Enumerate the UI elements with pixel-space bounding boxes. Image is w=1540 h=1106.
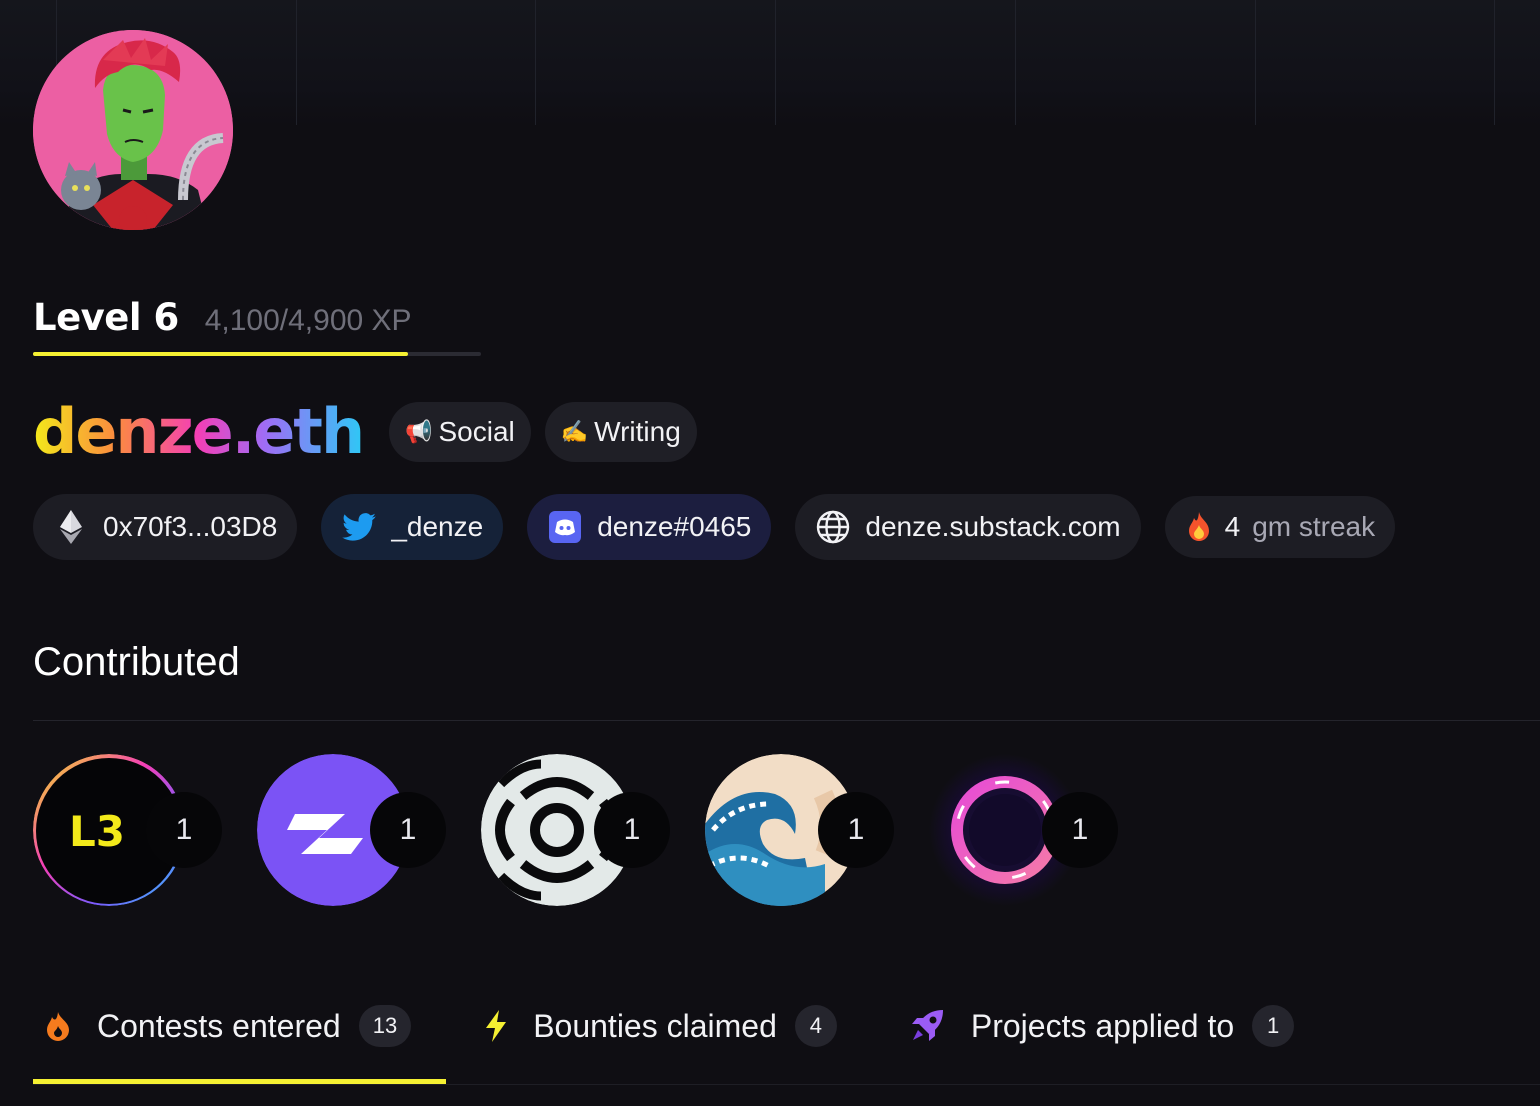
discord-handle: denze#0465 (597, 511, 752, 542)
contributed-list: L3 1 1 1 1 1 (33, 754, 1153, 908)
tab-label: Bounties claimed (533, 1007, 777, 1044)
discord-chip[interactable]: denze#0465 (527, 494, 772, 560)
contribution-count: 1 (370, 792, 446, 868)
tag-social[interactable]: 📢 Social (389, 402, 531, 462)
contribution-count: 1 (594, 792, 670, 868)
xp-progress-bar (33, 352, 481, 356)
tab-projects-applied[interactable]: Projects applied to 1 (909, 996, 1295, 1056)
tab-count-badge: 13 (358, 1005, 412, 1047)
website-chip[interactable]: denze.substack.com (795, 494, 1141, 560)
writing-hand-icon: ✍️ (560, 419, 589, 444)
tab-label: Projects applied to (970, 1007, 1235, 1044)
megaphone-icon: 📢 (405, 419, 433, 444)
contributed-item[interactable]: L3 1 (33, 754, 257, 908)
streak-label: gm streak (1252, 511, 1376, 542)
tab-count-badge: 1 (1252, 1005, 1295, 1047)
fire-icon (43, 1011, 73, 1041)
tag-writing[interactable]: ✍️ Writing (544, 402, 697, 462)
gm-streak-chip: 4 gm streak (1164, 496, 1396, 558)
avatar (33, 30, 233, 230)
contribution-count: 1 (818, 792, 894, 868)
tag-label: Social (438, 416, 515, 447)
twitter-chip[interactable]: _denze (321, 494, 504, 560)
tab-bounties-claimed[interactable]: Bounties claimed 4 (481, 996, 837, 1056)
contributed-item[interactable]: 1 (929, 754, 1153, 908)
tab-contests-entered[interactable]: Contests entered 13 (43, 996, 412, 1056)
profile-links: 0x70f3...03D8 _denze denze#0465 denze.su… (33, 494, 1419, 560)
xp-current: 4,100 (204, 304, 280, 337)
contribution-count: 1 (146, 792, 222, 868)
contributed-item[interactable]: 1 (705, 754, 929, 908)
level-row: Level 6 4,100/4,900 XP (33, 296, 412, 339)
tab-count-badge: 4 (794, 1005, 837, 1047)
profile-banner (0, 0, 1540, 125)
contribution-count: 1 (1042, 792, 1118, 868)
tag-label: Writing (594, 416, 681, 447)
tab-label: Contests entered (97, 1007, 341, 1044)
ethereum-icon (53, 509, 89, 545)
discord-icon (547, 509, 583, 545)
section-divider (33, 720, 1540, 721)
twitter-handle: _denze (391, 511, 484, 542)
contributed-item[interactable]: 1 (257, 754, 481, 908)
level-title: Level 6 (33, 296, 179, 339)
rocket-icon (909, 1010, 945, 1041)
streak-count: 4 (1224, 511, 1241, 542)
tabs-divider (33, 1084, 1540, 1085)
activity-tabs: Contests entered 13 Bounties claimed 4 P… (33, 996, 1295, 1056)
xp-readout: 4,100/4,900 XP (205, 304, 412, 338)
l3-logo-text: L3 (69, 807, 125, 856)
website-url: denze.substack.com (865, 511, 1121, 542)
globe-icon (815, 509, 851, 545)
contributed-title: Contributed (33, 640, 240, 684)
xp-separator: / (279, 304, 289, 337)
wallet-address: 0x70f3...03D8 (103, 511, 278, 542)
lightning-icon (481, 1010, 511, 1042)
ens-name: denze.eth (33, 392, 365, 472)
xp-total: 4,900 XP (288, 304, 412, 337)
xp-progress-fill (33, 352, 408, 356)
fire-icon (1185, 509, 1213, 545)
wallet-address-chip[interactable]: 0x70f3...03D8 (33, 494, 298, 560)
contributed-item[interactable]: 1 (481, 754, 705, 908)
twitter-icon (341, 509, 377, 545)
name-row: denze.eth 📢 Social ✍️ Writing (33, 392, 697, 472)
